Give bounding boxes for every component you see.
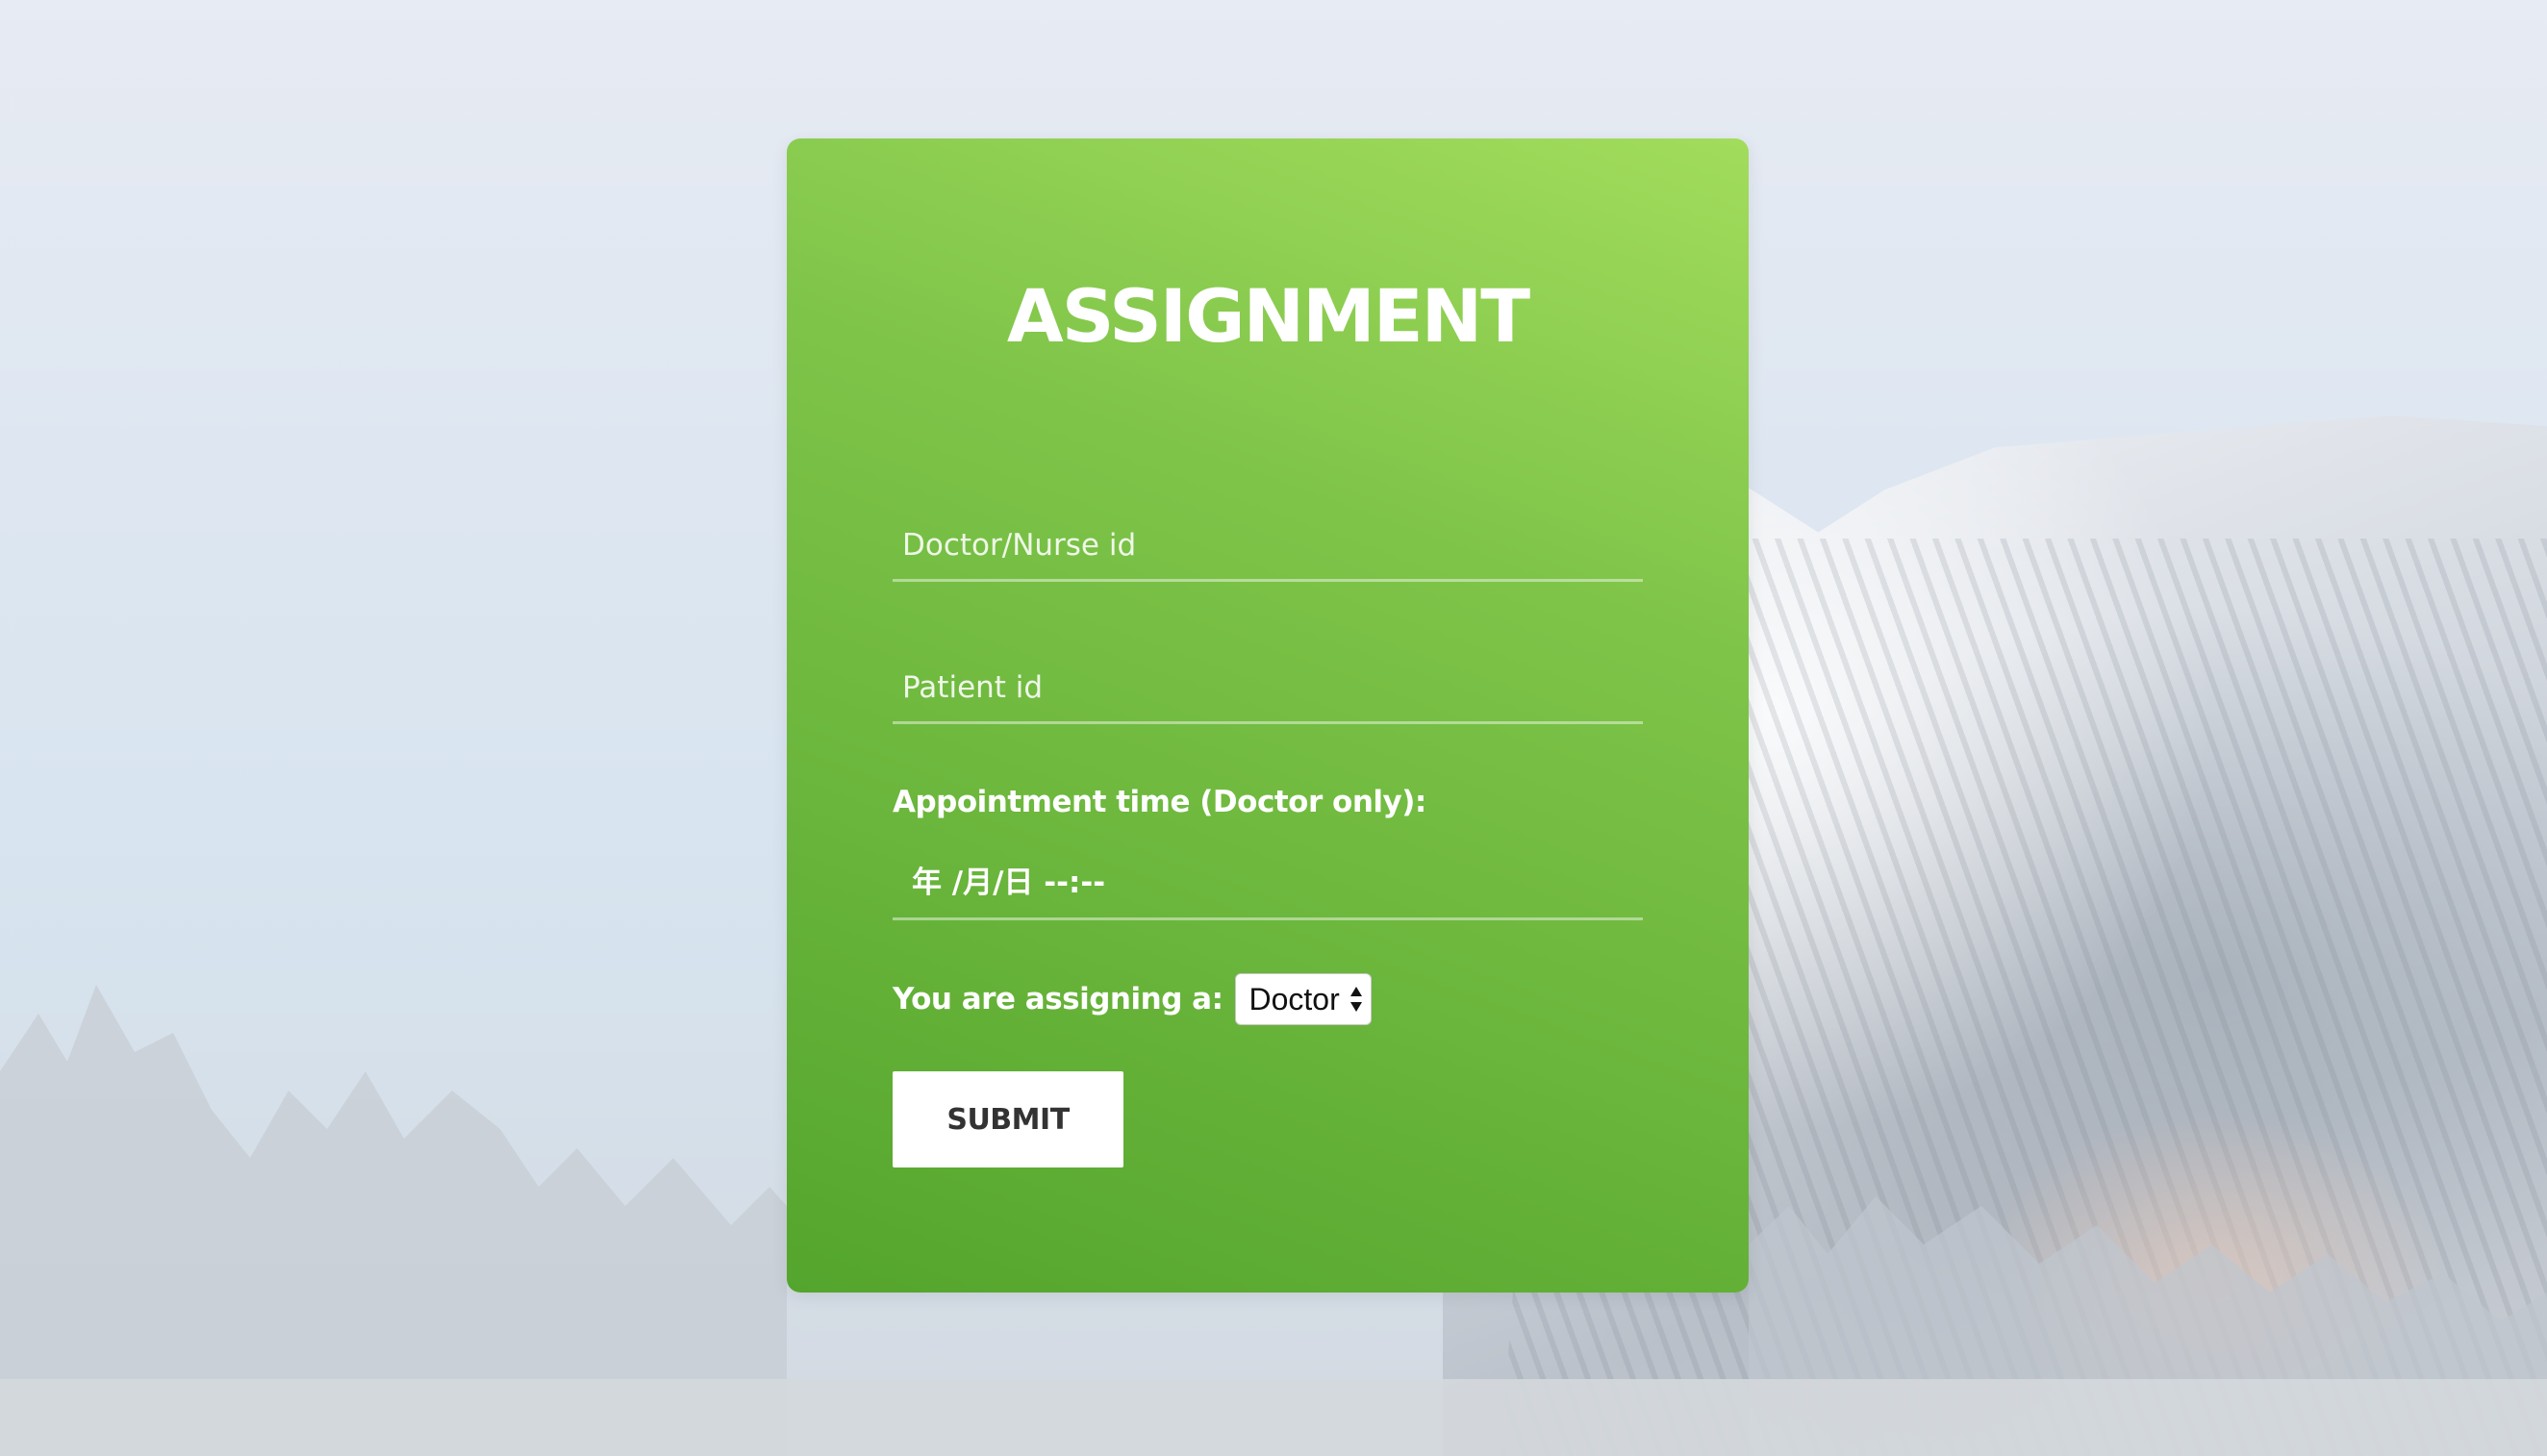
appointment-datetime-input[interactable]: 年 /月/日 --:-- — [893, 841, 1643, 917]
page-background: ASSIGNMENT Appointment time (Doctor only… — [0, 0, 2547, 1456]
submit-button[interactable]: SUBMIT — [893, 1071, 1123, 1167]
patient-id-input[interactable] — [893, 654, 1643, 721]
assignment-form-card: ASSIGNMENT Appointment time (Doctor only… — [787, 138, 1749, 1293]
appointment-time-field: 年 /月/日 --:-- — [893, 841, 1643, 920]
select-arrows-icon — [1349, 982, 1363, 1017]
assign-role-selected-value: Doctor — [1248, 981, 1340, 1017]
assign-role-row: You are assigning a: Doctor — [893, 973, 1372, 1025]
assign-role-label: You are assigning a: — [893, 982, 1223, 1017]
doctor-nurse-id-field — [893, 512, 1643, 582]
assign-role-select[interactable]: Doctor — [1234, 973, 1372, 1025]
form-title: ASSIGNMENT — [1006, 273, 1530, 359]
patient-id-field — [893, 654, 1643, 724]
doctor-nurse-id-input[interactable] — [893, 512, 1643, 579]
appointment-time-label: Appointment time (Doctor only): — [893, 785, 1426, 819]
